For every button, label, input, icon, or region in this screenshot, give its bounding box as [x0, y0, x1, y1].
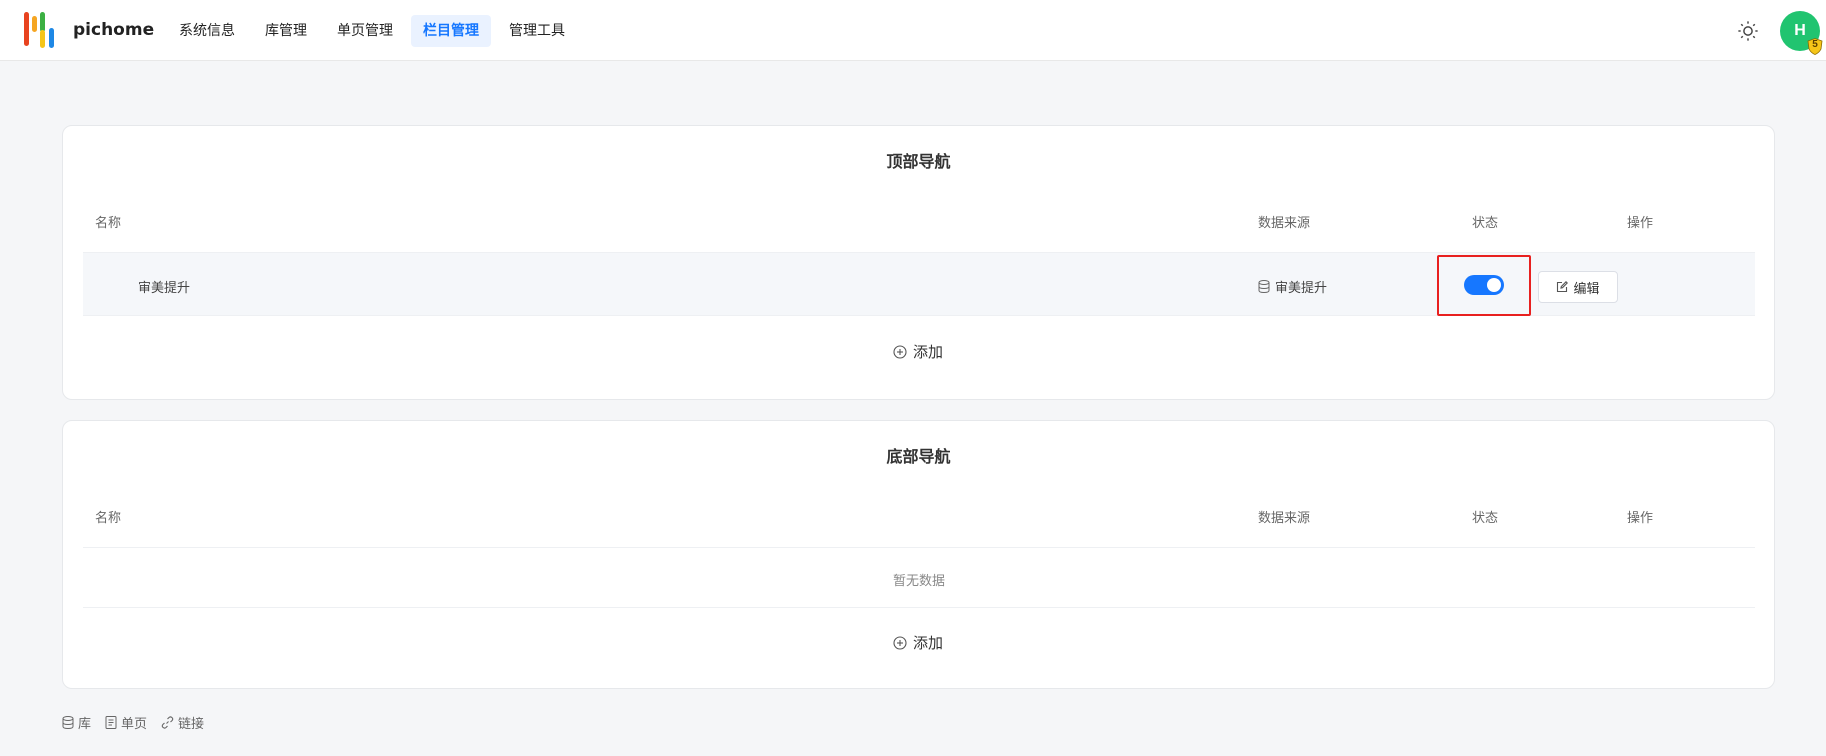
sun-icon[interactable] — [1737, 20, 1759, 42]
add-button-label: 添加 — [913, 343, 944, 361]
column-header-actions: 操作 — [1627, 216, 1654, 231]
row-name: 审美提升 — [138, 281, 191, 296]
nav-admin-tools[interactable]: 管理工具 — [497, 15, 577, 47]
plus-circle-icon — [893, 635, 907, 650]
footer-link-label: 单页 — [121, 717, 148, 732]
nav-page-manage[interactable]: 单页管理 — [325, 15, 405, 47]
link-icon — [161, 716, 174, 729]
edit-icon — [1557, 281, 1569, 293]
column-header-name: 名称 — [95, 511, 122, 526]
edit-button-label: 编辑 — [1573, 281, 1600, 297]
plus-circle-icon — [893, 344, 907, 359]
footer-link-url[interactable]: 链接 — [161, 713, 204, 732]
column-header-name: 名称 — [95, 216, 122, 231]
column-header-status: 状态 — [1472, 511, 1499, 526]
footer-legend: 库 单页 链接 — [62, 713, 204, 732]
add-button-label: 添加 — [913, 634, 944, 652]
add-button[interactable]: 添加 — [893, 341, 943, 362]
footer-link-label: 库 — [78, 717, 92, 732]
database-icon — [62, 716, 74, 729]
row-source-label: 审美提升 — [1275, 281, 1328, 296]
top-nav-card: 顶部导航 名称 数据来源 状态 操作 审美提升 审美提升 编辑 添加 — [62, 125, 1775, 400]
column-header-source: 数据来源 — [1258, 216, 1311, 231]
top-bar: pichome 系统信息 库管理 单页管理 栏目管理 管理工具 H 5 — [0, 0, 1826, 61]
nav-library-manage[interactable]: 库管理 — [253, 15, 319, 47]
bottom-nav-card: 底部导航 名称 数据来源 状态 操作 暂无数据 添加 — [62, 420, 1775, 689]
card-title: 顶部导航 — [886, 152, 951, 171]
main-nav: 系统信息 库管理 单页管理 栏目管理 管理工具 — [167, 15, 577, 47]
empty-row: 暂无数据 — [83, 547, 1755, 608]
table-row: 审美提升 审美提升 编辑 — [83, 252, 1755, 316]
footer-link-label: 链接 — [178, 717, 205, 732]
toggle-knob — [1487, 278, 1501, 292]
pichome-logo[interactable] — [22, 10, 62, 50]
column-header-actions: 操作 — [1627, 511, 1654, 526]
nav-column-manage[interactable]: 栏目管理 — [411, 15, 491, 47]
status-toggle[interactable] — [1464, 275, 1504, 295]
level-badge: 5 — [1807, 38, 1823, 55]
brand-name: pichome — [73, 20, 155, 40]
column-header-status: 状态 — [1472, 216, 1499, 231]
card-title: 底部导航 — [886, 447, 951, 466]
level-badge-number: 5 — [1812, 39, 1818, 50]
empty-text: 暂无数据 — [892, 574, 945, 589]
add-button[interactable]: 添加 — [893, 632, 943, 653]
document-icon — [105, 716, 117, 729]
row-source: 审美提升 — [1258, 277, 1327, 296]
nav-system-info[interactable]: 系统信息 — [167, 15, 247, 47]
footer-link-page[interactable]: 单页 — [105, 713, 147, 732]
column-header-source: 数据来源 — [1258, 511, 1311, 526]
database-icon — [1258, 280, 1270, 293]
edit-button[interactable]: 编辑 — [1538, 271, 1618, 303]
footer-link-library[interactable]: 库 — [62, 713, 91, 732]
